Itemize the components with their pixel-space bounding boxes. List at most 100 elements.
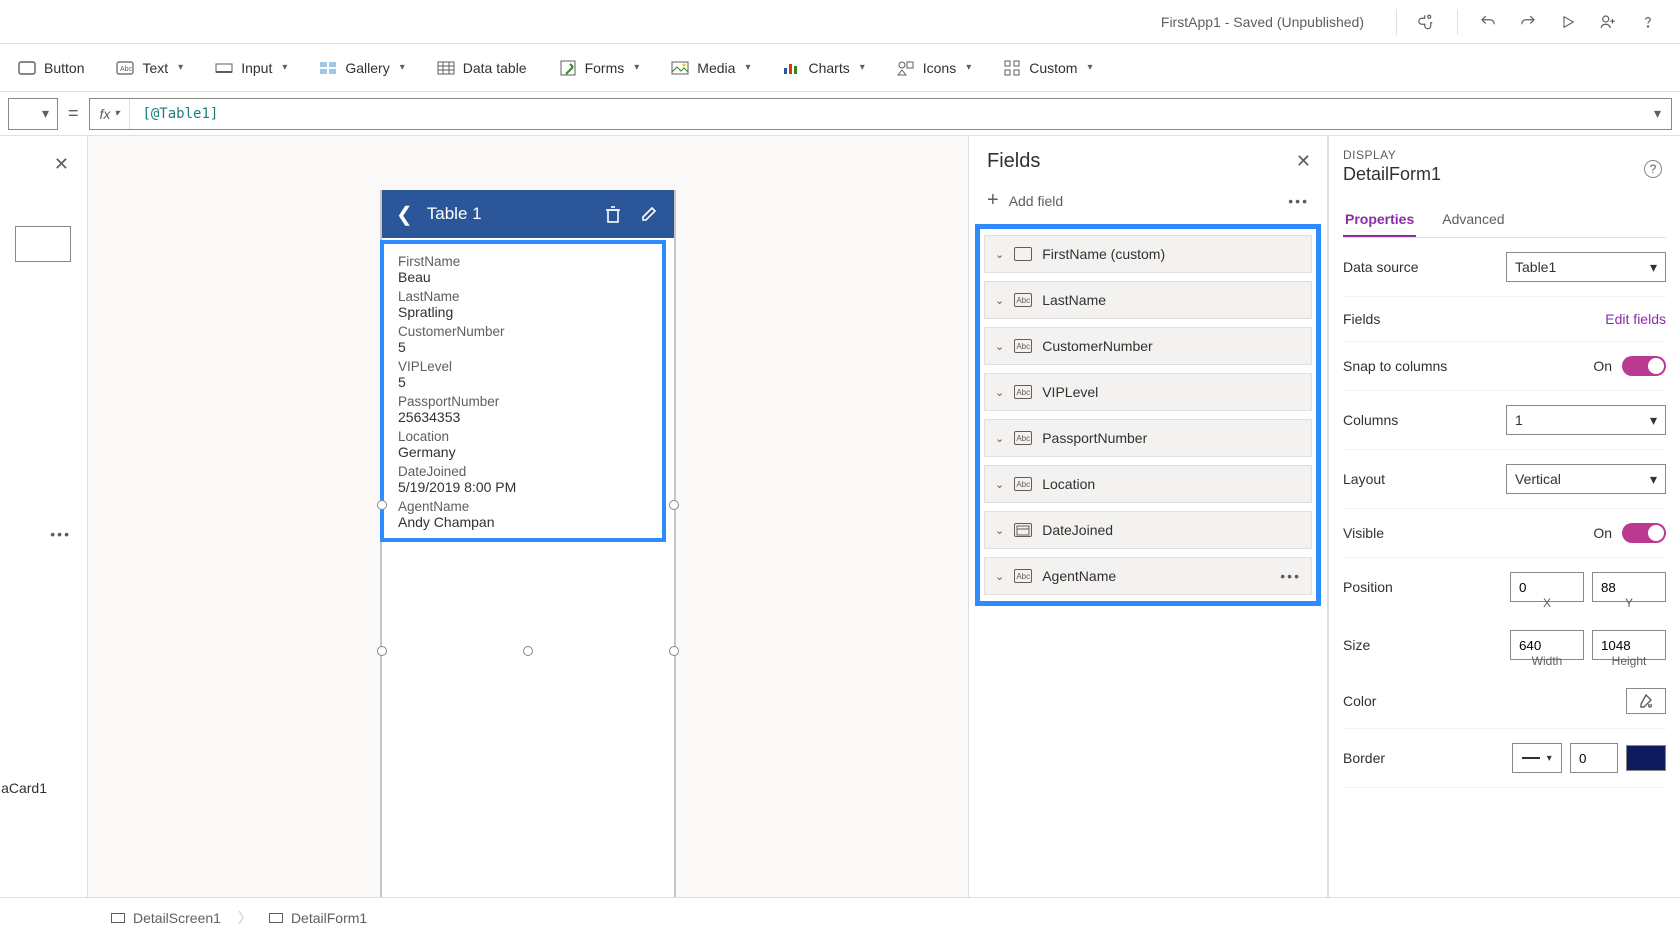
resize-handle[interactable] (669, 500, 679, 510)
chevron-down-icon: ▾ (400, 62, 405, 73)
prop-columns-label: Columns (1343, 412, 1398, 428)
ribbon-datatable[interactable]: Data table (423, 53, 541, 83)
border-style-select[interactable]: ▾ (1512, 743, 1562, 773)
chevron-down-icon: ▾ (1547, 753, 1552, 764)
prop-border-label: Border (1343, 750, 1385, 766)
resize-handle[interactable] (523, 646, 533, 656)
ribbon-label: Gallery (345, 60, 389, 76)
prop-size-label: Size (1343, 637, 1370, 653)
visible-toggle[interactable] (1622, 523, 1666, 543)
ribbon-label: Forms (585, 60, 625, 76)
edit-fields-link[interactable]: Edit fields (1605, 311, 1666, 327)
layout-select[interactable]: Vertical ▾ (1506, 464, 1666, 494)
ribbon-icons[interactable]: Icons ▾ (883, 53, 986, 83)
columns-select[interactable]: 1 ▾ (1506, 405, 1666, 435)
fx-label[interactable]: fx▾ (90, 99, 131, 129)
sublabel-height: Height (1592, 654, 1666, 668)
resize-handle[interactable] (377, 500, 387, 510)
properties-panel: DISPLAY DetailForm1 ? Properties Advance… (1328, 136, 1680, 897)
form-icon (269, 913, 283, 923)
main-area: ✕ ••• aCard1 ❮ Table 1 FirstNameBeauLast… (0, 136, 1680, 897)
ribbon-forms[interactable]: Forms ▾ (545, 53, 654, 83)
border-width-input[interactable] (1570, 743, 1618, 773)
add-field-label[interactable]: Add field (1009, 193, 1063, 209)
title-bar: FirstApp1 - Saved (Unpublished) (0, 0, 1680, 44)
resize-handle[interactable] (377, 646, 387, 656)
formula-bar: ▾ = fx▾ [@Table1] ▾ (0, 92, 1680, 136)
tree-item-acard[interactable]: aCard1 (1, 780, 47, 796)
add-icon[interactable]: + (987, 189, 999, 212)
ribbon-input[interactable]: Input ▾ (201, 53, 301, 83)
close-icon[interactable]: ✕ (54, 154, 69, 175)
abc-icon: Abc (1014, 477, 1032, 491)
back-icon[interactable]: ❮ (396, 202, 413, 227)
field-item[interactable]: ⌄AbcCustomerNumber (984, 327, 1312, 365)
datacard-value: 25634353 (398, 409, 648, 425)
ribbon-label: Text (142, 60, 168, 76)
field-item[interactable]: ⌄ Abc Location (984, 465, 1312, 503)
chevron-down-icon: ▾ (114, 108, 119, 119)
play-icon[interactable] (1552, 6, 1584, 38)
health-icon[interactable] (1411, 6, 1443, 38)
chevron-down-icon: ⌄ (995, 478, 1004, 491)
more-icon[interactable]: ••• (50, 526, 71, 542)
redo-icon[interactable] (1512, 6, 1544, 38)
resize-handle[interactable] (669, 646, 679, 656)
chevron-down-icon: ⌄ (995, 524, 1004, 537)
border-color-picker[interactable] (1626, 745, 1666, 771)
object-name: DetailForm1 (1343, 164, 1666, 185)
ribbon-text[interactable]: Abc Text ▾ (102, 53, 197, 83)
ribbon-media[interactable]: Media ▾ (657, 53, 764, 83)
detail-form-selection[interactable]: FirstNameBeauLastNameSpratlingCustomerNu… (380, 240, 666, 542)
chevron-down-icon: ⌄ (995, 386, 1004, 399)
field-item[interactable]: ⌄FirstName (custom) (984, 235, 1312, 273)
field-item[interactable]: ⌄AbcPassportNumber (984, 419, 1312, 457)
datacard-label: Location (398, 429, 648, 444)
tab-advanced[interactable]: Advanced (1440, 203, 1506, 237)
datacard-label: CustomerNumber (398, 324, 648, 339)
more-icon[interactable]: ••• (1280, 568, 1301, 584)
breadcrumb-form[interactable]: DetailForm1 (258, 905, 378, 931)
prop-visible-label: Visible (1343, 525, 1384, 541)
field-item[interactable]: ⌄AbcVIPLevel (984, 373, 1312, 411)
field-item[interactable]: ⌄DateJoined (984, 511, 1312, 549)
formula-input[interactable]: [@Table1] (130, 106, 1644, 122)
charts-icon (782, 59, 800, 77)
share-icon[interactable] (1592, 6, 1624, 38)
help-icon[interactable] (1632, 6, 1664, 38)
property-selector[interactable]: ▾ (8, 98, 58, 130)
delete-icon[interactable] (602, 205, 624, 223)
prop-position-label: Position (1343, 579, 1393, 595)
chevron-down-icon: ⌄ (995, 570, 1004, 583)
tab-properties[interactable]: Properties (1343, 203, 1416, 237)
ribbon-button[interactable]: Button (4, 53, 98, 83)
field-item[interactable]: ⌄AbcLastName (984, 281, 1312, 319)
svg-text:Abc: Abc (120, 66, 133, 73)
expand-formula-icon[interactable]: ▾ (1644, 105, 1671, 122)
datacard-label: VIPLevel (398, 359, 648, 374)
close-icon[interactable]: ✕ (1296, 151, 1311, 172)
datacard-value: Germany (398, 444, 648, 460)
breadcrumb-screen[interactable]: DetailScreen1 (100, 905, 232, 931)
field-item[interactable]: ⌄AbcAgentName••• (984, 557, 1312, 595)
phone-title: Table 1 (427, 204, 588, 224)
ribbon-label: Button (44, 60, 84, 76)
search-input[interactable] (15, 226, 71, 262)
more-icon[interactable]: ••• (1288, 193, 1309, 209)
ribbon-custom[interactable]: Custom ▾ (989, 53, 1106, 83)
undo-icon[interactable] (1472, 6, 1504, 38)
chevron-down-icon: ▾ (860, 62, 865, 73)
datasource-select[interactable]: Table1 ▾ (1506, 252, 1666, 282)
field-name: Location (1042, 476, 1301, 492)
snap-toggle[interactable] (1622, 356, 1666, 376)
canvas[interactable]: ❮ Table 1 FirstNameBeauLastNameSpratling… (88, 136, 968, 897)
text-icon: Abc (116, 59, 134, 77)
ribbon-gallery[interactable]: Gallery ▾ (305, 53, 418, 83)
abc-icon: Abc (1014, 293, 1032, 307)
edit-icon[interactable] (638, 206, 660, 222)
phone-appbar: ❮ Table 1 (382, 190, 674, 238)
ribbon-charts[interactable]: Charts ▾ (768, 53, 878, 83)
help-icon[interactable]: ? (1644, 160, 1662, 178)
color-picker[interactable] (1626, 688, 1666, 714)
fields-panel: Fields ✕ + Add field ••• ⌄FirstName (cus… (968, 136, 1328, 897)
